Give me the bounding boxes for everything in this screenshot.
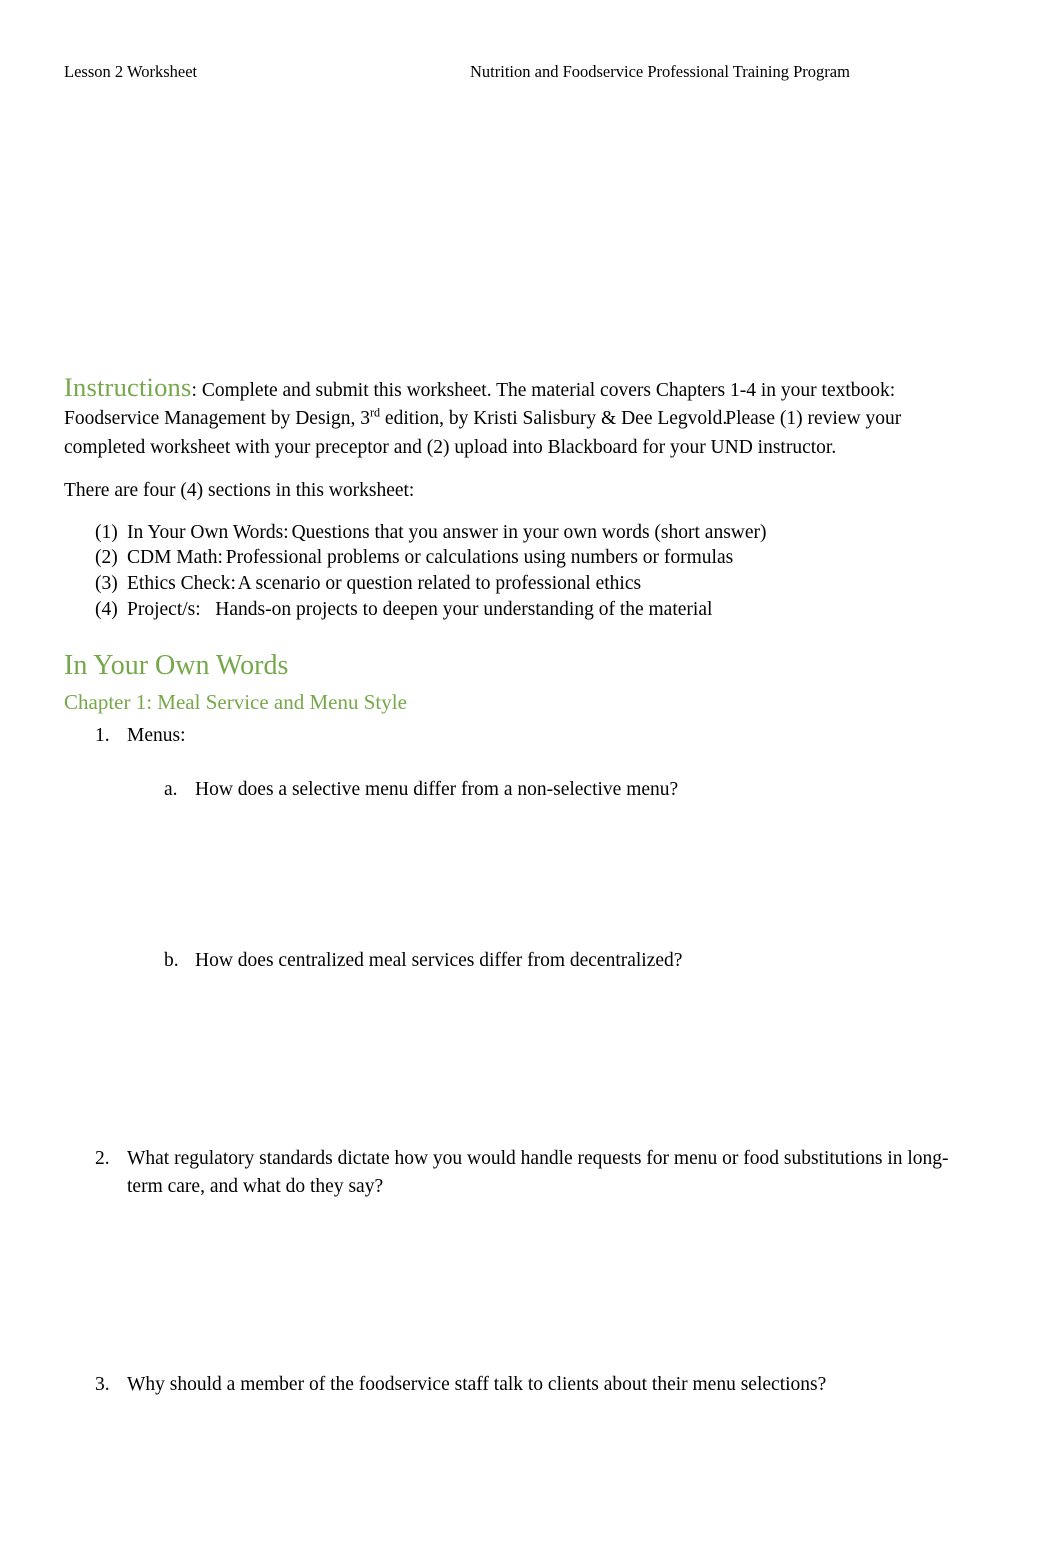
list-item-description: Hands-on projects to deepen your underst… [200,599,713,621]
question-item: 1. Menus: a. How does a selective menu d… [64,722,964,1145]
document-header: Lesson 2 Worksheet Nutrition and Foodser… [64,60,998,84]
list-item-label: Project/s: [127,599,201,621]
answer-space [127,1201,964,1371]
instructions-text-part-2: edition, by Kristi Salisbury & Dee Legvo… [380,408,728,430]
answer-space [195,975,964,1145]
list-item-description: Questions that you answer in your own wo… [286,521,767,543]
ordinal-superscript: rd [369,405,381,420]
sub-question-marker: b. [164,949,179,971]
list-item: (1) In Your Own Words: Questions that you… [64,520,964,546]
header-right-text: Nutrition and Foodservice Professional T… [470,62,850,81]
sub-question-item: b. How does centralized meal services di… [127,947,964,1145]
list-item: (3) Ethics Check: A scenario or question … [64,571,964,597]
question-item: 2. What regulatory standards dictate how… [64,1145,964,1371]
list-item: (4) Project/s: Hands-on projects to deepe… [64,597,964,623]
answer-space [195,804,964,947]
sub-question-item: a. How does a selective menu differ from… [127,776,964,947]
question-marker: 1. [95,724,110,746]
instructions-colon: : [191,380,197,401]
worksheet-page: Lesson 2 Worksheet Nutrition and Foodser… [0,0,1062,1561]
question-text: What regulatory standards dictate how yo… [127,1147,949,1197]
question-list: 1. Menus: a. How does a selective menu d… [64,722,964,1399]
sub-question-text: How does centralized meal services diffe… [195,949,683,971]
list-item-description: Professional problems or calculations us… [220,547,734,569]
chapter-heading: Chapter 1: Meal Service and Menu Style [64,690,407,715]
list-item-marker: (1) [95,521,118,543]
section-overview-list: (1) In Your Own Words: Questions that you… [64,520,964,623]
header-left-text: Lesson 2 Worksheet [64,62,198,81]
list-item-marker: (2) [95,547,118,569]
sub-question-text: How does a selective menu differ from a … [195,778,679,800]
question-marker: 3. [95,1373,110,1395]
list-item-label: In Your Own Words [127,521,284,543]
section-heading-in-your-own-words: In Your Own Words [64,649,289,681]
list-item-description: A scenario or question related to profes… [233,573,642,595]
list-item-marker: (4) [95,599,118,621]
instructions-heading: Instructions [64,372,192,402]
question-item: 3. Why should a member of the foodservic… [64,1371,964,1399]
question-text: Why should a member of the foodservice s… [127,1373,827,1395]
list-item-label: CDM Math [127,547,218,569]
list-item-label: Ethics Check [127,573,231,595]
list-item-marker: (3) [95,573,118,595]
answer-space [127,750,964,776]
sections-intro-text: There are four (4) sections in this work… [64,480,415,502]
sub-question-list: a. How does a selective menu differ from… [127,776,964,1145]
list-item: (2) CDM Math: Professional problems or ca… [64,545,964,571]
question-text: Menus: [127,724,186,746]
instructions-paragraph: Instructions: Complete and submit this w… [64,374,964,462]
sub-question-marker: a. [164,778,178,800]
document-body: Instructions: Complete and submit this w… [64,374,964,1399]
question-marker: 2. [95,1147,110,1169]
